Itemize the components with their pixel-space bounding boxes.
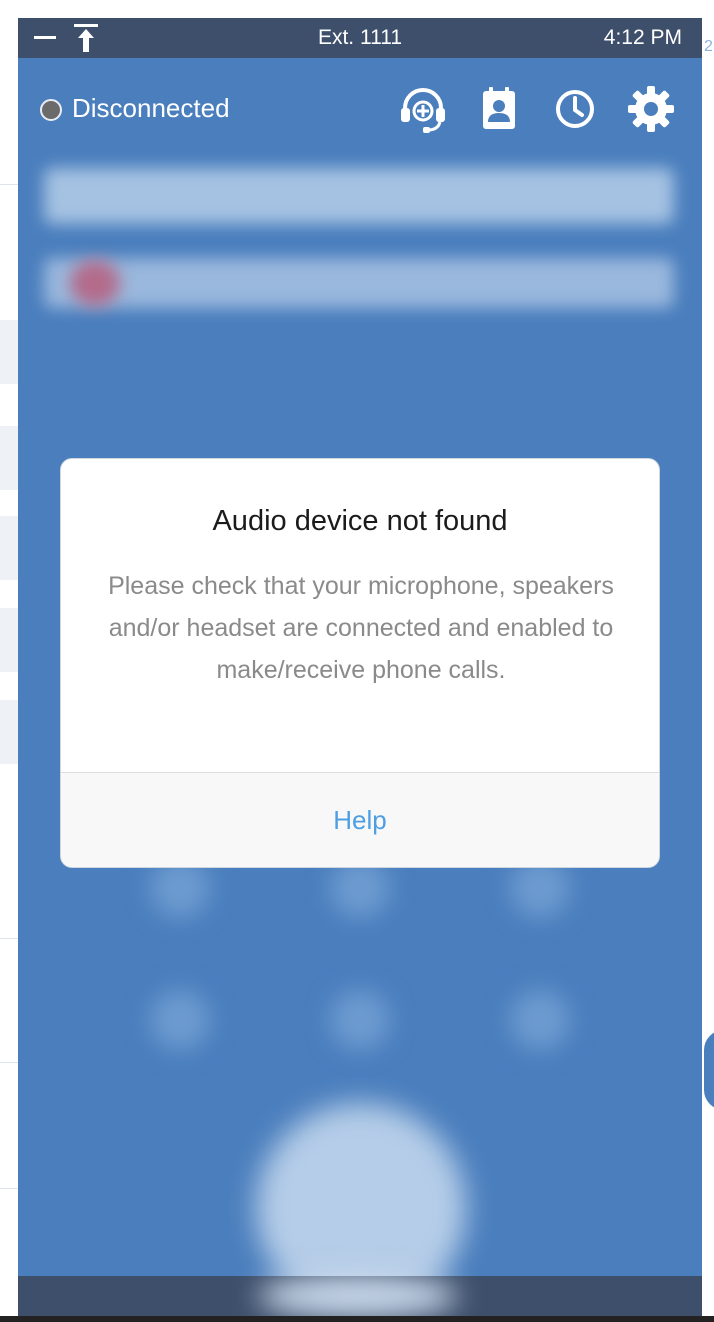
window-titlebar: Ext. 1111 4:12 PM bbox=[18, 18, 702, 58]
connection-status[interactable]: Disconnected bbox=[72, 93, 230, 124]
background-divider bbox=[0, 1062, 18, 1063]
background-row bbox=[0, 320, 18, 384]
extension-label: Ext. 1111 bbox=[317, 26, 403, 49]
background-row bbox=[0, 608, 18, 672]
background-bottom-edge bbox=[0, 1316, 714, 1322]
contacts-icon[interactable] bbox=[474, 84, 524, 134]
background-chat-bubble[interactable] bbox=[704, 1030, 714, 1110]
blurred-caller-id-row bbox=[44, 258, 674, 308]
blurred-bottom-glow bbox=[258, 1274, 458, 1316]
audio-device-dialog: Audio device not found Please check that… bbox=[60, 458, 660, 868]
background-divider bbox=[0, 938, 18, 939]
background-divider bbox=[0, 184, 18, 185]
history-clock-icon[interactable] bbox=[550, 84, 600, 134]
status-indicator-icon bbox=[40, 99, 62, 121]
dialog-title: Audio device not found bbox=[212, 505, 508, 537]
softphone-panel: Ext. 1111 4:12 PM Disconnected Audio dev… bbox=[18, 18, 702, 1316]
dialog-message: Please check that your microphone, speak… bbox=[108, 572, 614, 684]
background-row bbox=[0, 700, 18, 764]
background-row bbox=[0, 516, 18, 580]
blurred-dial-key bbox=[510, 990, 570, 1050]
help-button[interactable]: Help bbox=[61, 773, 659, 867]
background-divider bbox=[0, 1188, 18, 1189]
blurred-search-field bbox=[44, 168, 674, 224]
blurred-dial-key bbox=[150, 990, 210, 1050]
background-edge-text: 2 bbox=[704, 38, 713, 55]
blurred-flag-icon bbox=[70, 260, 120, 306]
background-row bbox=[0, 426, 18, 490]
add-headset-icon[interactable] bbox=[398, 84, 448, 134]
clock-time: 4:12 PM bbox=[603, 26, 682, 49]
settings-gear-icon[interactable] bbox=[626, 84, 676, 134]
blurred-dial-key bbox=[330, 990, 390, 1050]
header-bar: Disconnected bbox=[18, 58, 702, 154]
